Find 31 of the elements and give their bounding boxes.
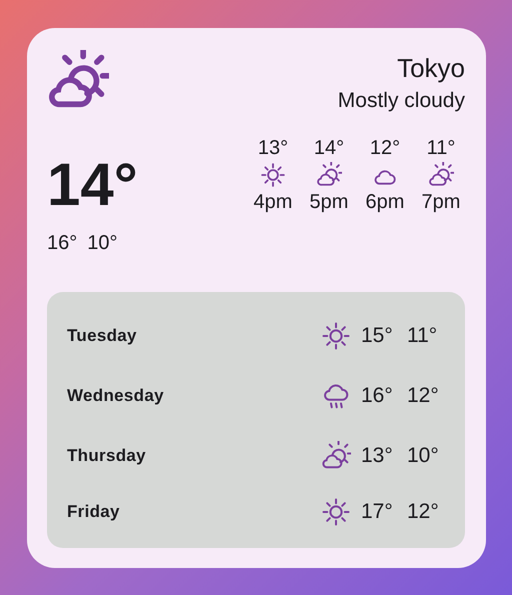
- low-temperature: 12°: [407, 500, 440, 524]
- low-temperature: 12°: [407, 384, 440, 408]
- high-temperature: 13°: [361, 444, 394, 468]
- low-temperature: 11°: [407, 324, 438, 348]
- sun-icon: [321, 497, 351, 527]
- high-temperature: 17°: [361, 500, 394, 524]
- hour-label: 6pm: [366, 190, 404, 214]
- sun-cloud-icon: [316, 162, 342, 188]
- current-temperature: 14°: [47, 150, 138, 220]
- high-temperature: 16°: [47, 232, 78, 255]
- day-name: Thursday: [67, 446, 146, 466]
- low-temperature: 10°: [87, 232, 118, 255]
- hour-label: 7pm: [422, 190, 460, 214]
- hourly-temperature: 11°: [426, 136, 456, 160]
- city-name: Tokyo: [396, 52, 465, 84]
- sun-cloud-icon: [321, 441, 351, 471]
- day-name: Friday: [67, 502, 120, 522]
- high-temperature: 15°: [361, 324, 394, 348]
- condition-text: Mostly cloudy: [338, 88, 465, 114]
- sun-icon: [260, 162, 286, 188]
- high-temperature: 16°: [361, 384, 394, 408]
- day-name: Wednesday: [67, 386, 164, 406]
- hourly-temperature: 14°: [314, 136, 344, 160]
- sun-icon: [321, 321, 351, 351]
- hour-label: 5pm: [310, 190, 348, 214]
- day-name: Tuesday: [67, 326, 137, 346]
- hourly-temperature: 12°: [370, 136, 400, 160]
- hour-label: 4pm: [254, 190, 292, 214]
- sun-cloud-icon: [428, 162, 454, 188]
- low-temperature: 10°: [407, 444, 440, 468]
- hourly-temperature: 13°: [258, 136, 288, 160]
